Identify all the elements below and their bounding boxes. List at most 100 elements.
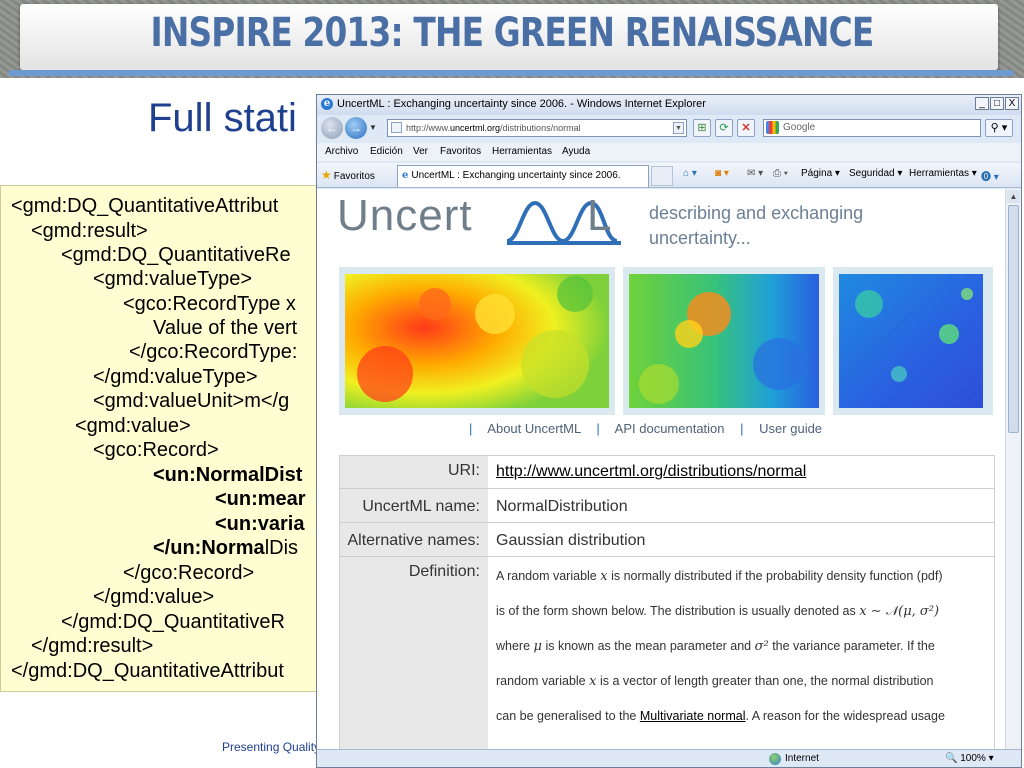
uri-link[interactable]: http://www.uncertml.org/distributions/no… <box>496 463 806 480</box>
page-menu[interactable]: Página ▾ <box>801 168 840 179</box>
zoom-icon: 🔍 <box>945 753 958 764</box>
code-line: </un:NormalDis <box>153 536 298 560</box>
web-page: Uncert L describing and exchanging uncer… <box>317 189 1005 749</box>
status-zone: Internet <box>769 753 819 765</box>
browser-window: e UncertML : Exchanging uncertainty sinc… <box>316 94 1022 768</box>
scroll-up-icon[interactable]: ▲ <box>1007 190 1020 203</box>
site-nav: | About UncertML | API documentation | U… <box>457 421 957 436</box>
info-value: NormalDistribution <box>496 498 628 515</box>
code-line: </gmd:value> <box>93 586 215 608</box>
zoom-control[interactable]: 🔍 100% ▾ <box>945 753 994 764</box>
info-row-name: UncertML name: NormalDistribution <box>339 488 995 523</box>
minimize-button[interactable]: _ <box>975 97 989 110</box>
code-line: <gmd:valueType> <box>93 268 252 290</box>
search-button[interactable]: ⚲ ▾ <box>985 119 1013 137</box>
info-label: UncertML name: <box>340 489 488 522</box>
map-image-blue <box>839 274 983 408</box>
favorites-label: Favoritos <box>333 171 375 182</box>
map-image-red <box>345 274 609 408</box>
search-input[interactable]: Google <box>763 119 981 137</box>
page-icon <box>391 122 402 133</box>
def-text: can be generalised to the <box>496 709 637 723</box>
url-path: /distributions/normal <box>500 123 581 133</box>
star-icon: ★ <box>321 168 332 182</box>
code-line: <un:mear <box>215 488 306 510</box>
nav-separator: | <box>469 421 473 436</box>
maximize-button[interactable]: □ <box>990 97 1004 110</box>
zone-label: Internet <box>785 753 819 764</box>
tagline: describing and exchanging uncertainty... <box>649 201 863 251</box>
back-button[interactable]: ← <box>321 117 343 139</box>
code-line: </gco:RecordType: <box>129 341 298 363</box>
code-line: </gco:Record> <box>123 562 255 584</box>
help-icon[interactable]: ⓿ ▾ <box>981 168 999 183</box>
uncertainty-map-image <box>339 267 615 415</box>
def-text: random variable <box>496 674 586 688</box>
refresh-icon[interactable]: ⟳ <box>715 119 733 137</box>
nav-user-guide[interactable]: User guide <box>759 421 822 436</box>
url-prefix: http://www. <box>406 123 451 133</box>
multivariate-normal-link[interactable]: Multivariate normal <box>640 709 746 723</box>
menu-edicion[interactable]: Edición <box>370 146 403 157</box>
print-icon[interactable]: ⎙ ▾ <box>773 168 788 179</box>
info-value: Gaussian distribution <box>496 532 646 549</box>
address-bar[interactable]: http://www.uncertml.org/distributions/no… <box>387 119 687 137</box>
logo-text: Uncert <box>337 191 473 240</box>
nav-separator: | <box>596 421 600 436</box>
nav-about[interactable]: About UncertML <box>487 421 580 436</box>
history-dropdown-icon[interactable]: ▼ <box>369 123 377 132</box>
tab-ie-icon: e <box>402 170 409 181</box>
vertical-scrollbar[interactable]: ▲ <box>1005 189 1021 749</box>
def-text: . A reason for the widespread usage <box>745 709 945 723</box>
forward-button[interactable]: → <box>345 117 367 139</box>
browser-tab[interactable]: e UncertML : Exchanging uncertainty since… <box>397 165 649 187</box>
tagline-line: describing and exchanging <box>649 203 864 223</box>
menu-favoritos[interactable]: Favoritos <box>440 146 481 157</box>
info-row-uri: URI: http://www.uncertml.org/distributio… <box>339 455 995 489</box>
ie-logo-icon: e <box>321 98 333 110</box>
menu-herramientas[interactable]: Herramientas <box>492 146 552 157</box>
code-line: Value of the vert <box>153 317 298 339</box>
definition-line: A random variable x is normally distribu… <box>496 569 943 584</box>
menu-ayuda[interactable]: Ayuda <box>562 146 590 157</box>
code-fragment: </un:Norma <box>153 537 265 559</box>
home-icon[interactable]: ⌂ ▾ <box>683 168 697 179</box>
menu-bar: Archivo Edición Ver Favoritos Herramient… <box>317 143 1021 161</box>
menu-archivo[interactable]: Archivo <box>325 146 358 157</box>
banner-title: INSPIRE 2013: THE GREEN RENAISSANCE <box>150 10 874 56</box>
uncertml-logo[interactable]: Uncert <box>337 191 473 241</box>
definition-line: random variable x is a vector of length … <box>496 674 933 689</box>
info-label: Definition: <box>340 557 488 749</box>
menu-ver[interactable]: Ver <box>413 146 428 157</box>
close-button[interactable]: X <box>1005 97 1019 110</box>
address-dropdown-icon[interactable]: ▼ <box>673 122 684 134</box>
code-line: </gmd:result> <box>31 635 154 657</box>
tools-menu[interactable]: Herramientas ▾ <box>909 168 977 179</box>
definition-line: is of the form shown below. The distribu… <box>496 604 939 619</box>
code-line: <gco:Record> <box>93 439 219 461</box>
new-tab-button[interactable] <box>651 166 673 186</box>
uncertainty-map-image <box>833 267 993 415</box>
scroll-thumb[interactable] <box>1008 205 1019 433</box>
compatibility-icon[interactable]: ⊞ <box>693 119 711 137</box>
mail-icon[interactable]: ✉ ▾ <box>747 168 763 179</box>
def-var: x <box>589 674 597 689</box>
def-text: is normally distributed if the probabili… <box>611 569 943 583</box>
banner-divider <box>8 70 1014 76</box>
code-line: <un:NormalDist <box>153 464 303 486</box>
favorites-button[interactable]: ★ Favoritos <box>321 168 375 182</box>
info-row-alt-names: Alternative names: Gaussian distribution <box>339 522 995 557</box>
tab-title: UncertML : Exchanging uncertainty since … <box>411 170 621 181</box>
uncertainty-map-image <box>623 267 825 415</box>
zoom-level: 100% <box>960 753 986 764</box>
status-bar: Internet 🔍 100% ▾ <box>317 749 1021 767</box>
stop-icon[interactable]: ✕ <box>737 119 755 137</box>
feeds-icon[interactable]: ◙ ▾ <box>715 168 729 179</box>
def-var: σ² <box>754 639 769 654</box>
safety-menu[interactable]: Seguridad ▾ <box>849 168 902 179</box>
definition-line: where μ is known as the mean parameter a… <box>496 639 935 654</box>
def-var: x <box>600 569 608 584</box>
nav-api-docs[interactable]: API documentation <box>615 421 725 436</box>
map-image-green <box>629 274 819 408</box>
address-row: ← → ▼ http://www.uncertml.org/distributi… <box>317 115 1021 141</box>
